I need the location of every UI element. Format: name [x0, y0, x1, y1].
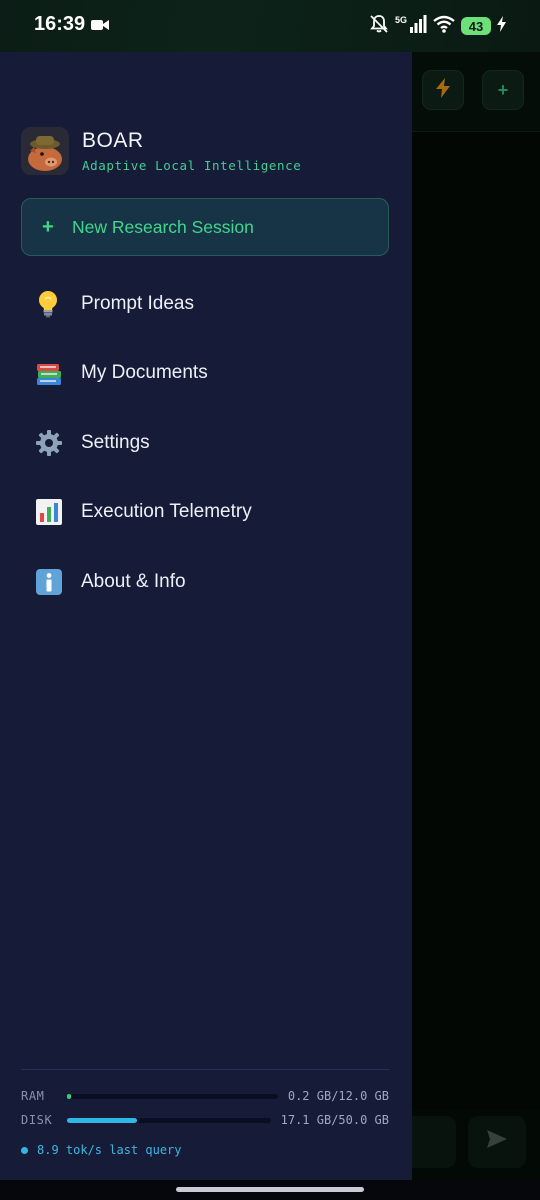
lightning-button[interactable]	[422, 70, 464, 110]
bar-chart-icon	[35, 497, 81, 527]
menu-item-label: My Documents	[81, 362, 208, 384]
menu-item-my-documents[interactable]: My Documents	[21, 339, 389, 409]
books-icon	[35, 358, 81, 388]
lightbulb-icon	[35, 289, 81, 319]
charging-icon	[497, 15, 506, 37]
disk-stat: DISK 17.1 GB/50.0 GB	[21, 1108, 389, 1132]
home-indicator[interactable]	[176, 1187, 364, 1192]
menu-item-prompt-ideas[interactable]: Prompt Ideas	[21, 269, 389, 339]
ram-bar-fill	[67, 1093, 71, 1099]
status-dot	[21, 1146, 28, 1154]
gear-icon	[35, 428, 81, 458]
network-type: 5G	[394, 15, 407, 25]
disk-value: 17.1 GB/50.0 GB	[280, 1113, 389, 1127]
ram-label: RAM	[21, 1089, 45, 1103]
menu-item-about-info[interactable]: About & Info	[21, 547, 389, 617]
menu-item-label: About & Info	[81, 570, 186, 592]
status-time: 16:39	[34, 13, 86, 35]
ram-value: 0.2 GB/12.0 GB	[287, 1089, 389, 1103]
background-input-area	[412, 1110, 540, 1180]
drawer-menu: Prompt Ideas My Documents Settings Execu…	[21, 269, 389, 617]
signal-icon	[409, 14, 427, 38]
muted-bell-icon	[369, 14, 389, 39]
throughput-stat: 8.9 tok/s last query	[21, 1138, 389, 1162]
new-research-session-button[interactable]: + New Research Session	[21, 198, 389, 256]
status-bar: 16:39 5G 43	[0, 0, 540, 52]
brand-header: BOAR Adaptive Local Intelligence	[21, 127, 301, 175]
info-icon	[35, 567, 81, 597]
app-name: BOAR	[82, 129, 144, 152]
message-input[interactable]	[412, 1116, 456, 1168]
ram-stat: RAM 0.2 GB/12.0 GB	[21, 1084, 389, 1108]
status-icons: 5G 43	[369, 14, 506, 38]
app-tagline: Adaptive Local Intelligence	[82, 158, 302, 173]
disk-bar-fill	[67, 1117, 137, 1123]
app-logo	[21, 127, 69, 175]
menu-item-label: Execution Telemetry	[81, 501, 252, 523]
add-button[interactable]: +	[482, 70, 524, 110]
menu-item-execution-telemetry[interactable]: Execution Telemetry	[21, 478, 389, 548]
ram-bar	[67, 1093, 278, 1099]
menu-item-settings[interactable]: Settings	[21, 408, 389, 478]
disk-bar	[67, 1117, 271, 1123]
menu-item-label: Settings	[81, 431, 150, 453]
video-camera-icon	[91, 18, 109, 37]
lightning-icon	[436, 77, 450, 103]
plus-icon: +	[42, 215, 54, 238]
wifi-icon	[433, 15, 455, 38]
disk-label: DISK	[21, 1113, 53, 1127]
system-navigation-bar	[0, 1180, 540, 1200]
send-icon	[487, 1130, 507, 1154]
menu-item-label: Prompt Ideas	[81, 292, 194, 314]
plus-icon: +	[497, 79, 509, 100]
send-button[interactable]	[468, 1116, 526, 1168]
throughput-text: 8.9 tok/s last query	[37, 1143, 182, 1157]
navigation-drawer: BOAR Adaptive Local Intelligence + New R…	[0, 52, 412, 1180]
background-toolbar: +	[412, 52, 540, 132]
background-app: +	[412, 52, 540, 1180]
new-session-label: New Research Session	[72, 216, 254, 237]
system-stats: RAM 0.2 GB/12.0 GB DISK 17.1 GB/50.0 GB …	[21, 1069, 389, 1162]
battery-indicator: 43	[461, 17, 491, 35]
